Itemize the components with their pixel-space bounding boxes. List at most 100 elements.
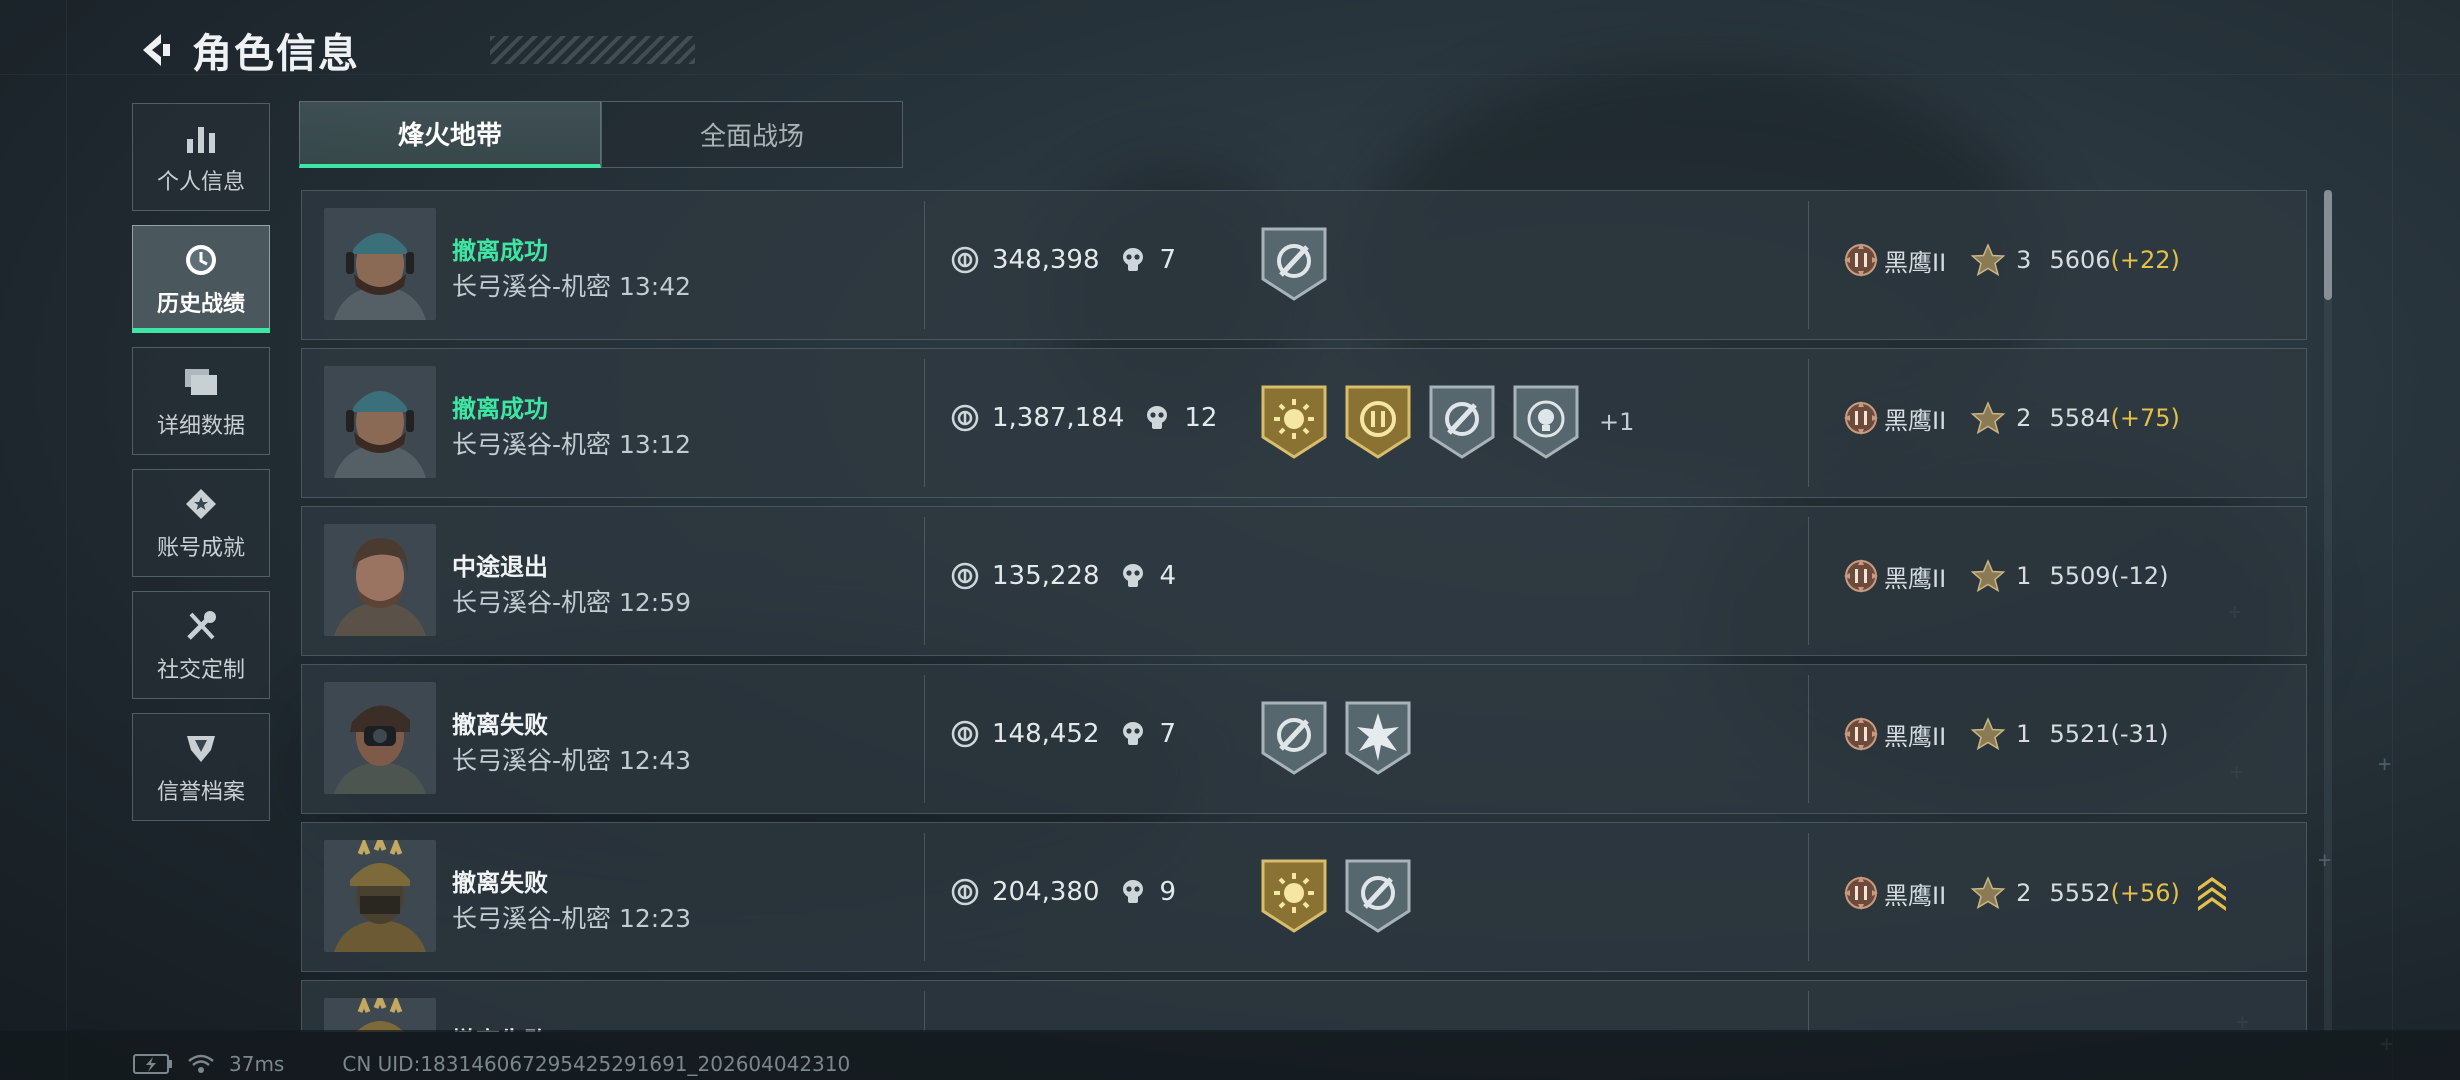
more-medals-count[interactable]: +1 (1599, 408, 1634, 436)
sidebar-item-label: 账号成就 (156, 536, 245, 561)
back-button[interactable] (130, 25, 180, 75)
folder-stack-icon (181, 362, 221, 402)
gold-coin-medal-icon[interactable] (1343, 383, 1413, 461)
rank-info: 黑鹰II 2 5584 (+75) (1842, 399, 2180, 437)
operator-avatar (324, 208, 436, 320)
map-name: 长弓溪谷-机密 (452, 588, 612, 617)
row-divider (1808, 991, 1809, 1032)
match-row[interactable]: 撤离成功 长弓溪谷-机密 13:42 348,398 7 黑鹰II 3 5606… (301, 190, 2307, 340)
sidebar-item-label: 详细数据 (156, 414, 245, 439)
silver-target-medal-icon[interactable] (1343, 857, 1413, 935)
match-row[interactable]: 撤离失败 (301, 980, 2307, 1032)
sidebar-item-label: 社交定制 (156, 658, 245, 683)
silver-skull-medal-icon[interactable] (1511, 383, 1581, 461)
sidebar-item-label: 个人信息 (156, 170, 245, 195)
silver-target-medal-icon[interactable] (1259, 699, 1329, 777)
star-icon (1970, 243, 2006, 277)
user-uid: CN UID:183146067295425291691_20260404231… (342, 1052, 851, 1076)
silver-target-medal-icon[interactable] (1427, 383, 1497, 461)
star-count: 2 (2016, 404, 2032, 432)
match-map-time: 长弓溪谷-机密 12:59 (452, 583, 691, 619)
shield-emblem-icon (181, 728, 221, 768)
row-divider (1808, 675, 1809, 803)
kill-count: 12 (1184, 403, 1218, 433)
match-stats: 348,398 7 (950, 245, 1176, 275)
rank-info: 黑鹰II 1 5521 (-31) (1842, 715, 2168, 753)
star-icon (1970, 401, 2006, 435)
scroll-thumb[interactable] (2324, 190, 2332, 300)
wifi-icon (188, 1054, 214, 1073)
medal-list (1259, 225, 1343, 303)
map-name: 长弓溪谷-机密 (452, 272, 612, 301)
rank-score: 5552 (2049, 879, 2111, 907)
row-divider (1808, 833, 1809, 961)
operator-avatar (324, 840, 436, 952)
battery-icon (133, 1054, 172, 1074)
rank-score: 5584 (2049, 404, 2111, 432)
row-divider (1808, 359, 1809, 487)
rank-score: 5606 (2049, 246, 2111, 274)
medal-list (1259, 699, 1427, 777)
sidebar-item-achievements[interactable]: 账号成就 (132, 469, 270, 577)
row-divider (924, 675, 925, 803)
sidebar-item-personal-info[interactable]: 个人信息 (132, 103, 270, 211)
tab-full-battlefield[interactable]: 全面战场 (601, 101, 903, 168)
star-count: 2 (2016, 879, 2032, 907)
rank-name: 黑鹰II (1884, 722, 1947, 751)
match-row[interactable]: 撤离成功 长弓溪谷-机密 13:12 1,387,184 12 +1 黑鹰II … (301, 348, 2307, 498)
gold-sun-medal-icon[interactable] (1259, 857, 1329, 935)
sidebar-item-detailed-data[interactable]: 详细数据 (132, 347, 270, 455)
star-count: 1 (2016, 720, 2032, 748)
back-arrow-icon (143, 34, 170, 66)
tab-hazard-zone[interactable]: 烽火地带 (299, 101, 601, 168)
skull-icon (1122, 248, 1143, 271)
rank-badge-icon (1844, 876, 1878, 910)
row-divider (924, 991, 925, 1032)
sidebar: 个人信息 历史战绩 详细数据 账号成就 社交定制 信誉档案 (132, 103, 270, 835)
match-map-time: 长弓溪谷-机密 12:23 (452, 899, 691, 935)
match-row[interactable]: 撤离失败 长弓溪谷-机密 12:23 204,380 9 黑鹰II 2 5552… (301, 822, 2307, 972)
match-time: 12:59 (618, 588, 692, 617)
extracted-value: 1,387,184 (992, 403, 1125, 433)
match-status: 撤离成功 (452, 395, 548, 423)
sidebar-item-reputation[interactable]: 信誉档案 (132, 713, 270, 821)
row-divider (1808, 201, 1809, 329)
match-row[interactable]: 撤离失败 长弓溪谷-机密 12:43 148,452 7 黑鹰II 1 5521… (301, 664, 2307, 814)
kill-count: 7 (1159, 245, 1177, 275)
match-stats: 204,380 9 (950, 877, 1176, 907)
star-icon (1970, 876, 2006, 910)
currency-icon (951, 562, 979, 590)
list-scrollbar[interactable] (2324, 190, 2332, 1032)
currency-icon (951, 720, 979, 748)
match-stats: 148,452 7 (950, 719, 1176, 749)
clock-icon (181, 240, 221, 280)
footer: 37ms CN UID:183146067295425291691_202604… (133, 1052, 850, 1076)
tools-icon (181, 606, 221, 646)
skull-icon (1147, 406, 1168, 429)
rank-score: 5521 (2049, 720, 2111, 748)
operator-avatar (324, 366, 436, 478)
skull-icon (1122, 564, 1143, 587)
row-divider (924, 359, 925, 487)
match-time: 13:12 (618, 430, 692, 459)
medal-list: +1 (1259, 383, 1634, 461)
page-title: 角色信息 (192, 31, 360, 77)
achievement-icon (181, 484, 221, 524)
score-delta: (+75) (2110, 404, 2180, 432)
row-divider (924, 201, 925, 329)
extracted-value: 204,380 (992, 877, 1100, 907)
match-row[interactable]: 中途退出 长弓溪谷-机密 12:59 135,228 4 黑鹰II 1 5509… (301, 506, 2307, 656)
map-name: 长弓溪谷-机密 (452, 904, 612, 933)
currency-icon (951, 246, 979, 274)
sidebar-item-social[interactable]: 社交定制 (132, 591, 270, 699)
silver-target-medal-icon[interactable] (1259, 225, 1329, 303)
gold-sun-medal-icon[interactable] (1259, 383, 1329, 461)
rank-score: 5509 (2049, 562, 2111, 590)
ping-value: 37ms (229, 1052, 285, 1076)
skull-icon (1122, 880, 1143, 903)
star-icon (1970, 717, 2006, 751)
silver-burst-medal-icon[interactable] (1343, 699, 1413, 777)
sidebar-item-match-history[interactable]: 历史战绩 (132, 225, 270, 333)
match-time: 12:23 (618, 904, 692, 933)
rank-badge-icon (1844, 559, 1878, 593)
